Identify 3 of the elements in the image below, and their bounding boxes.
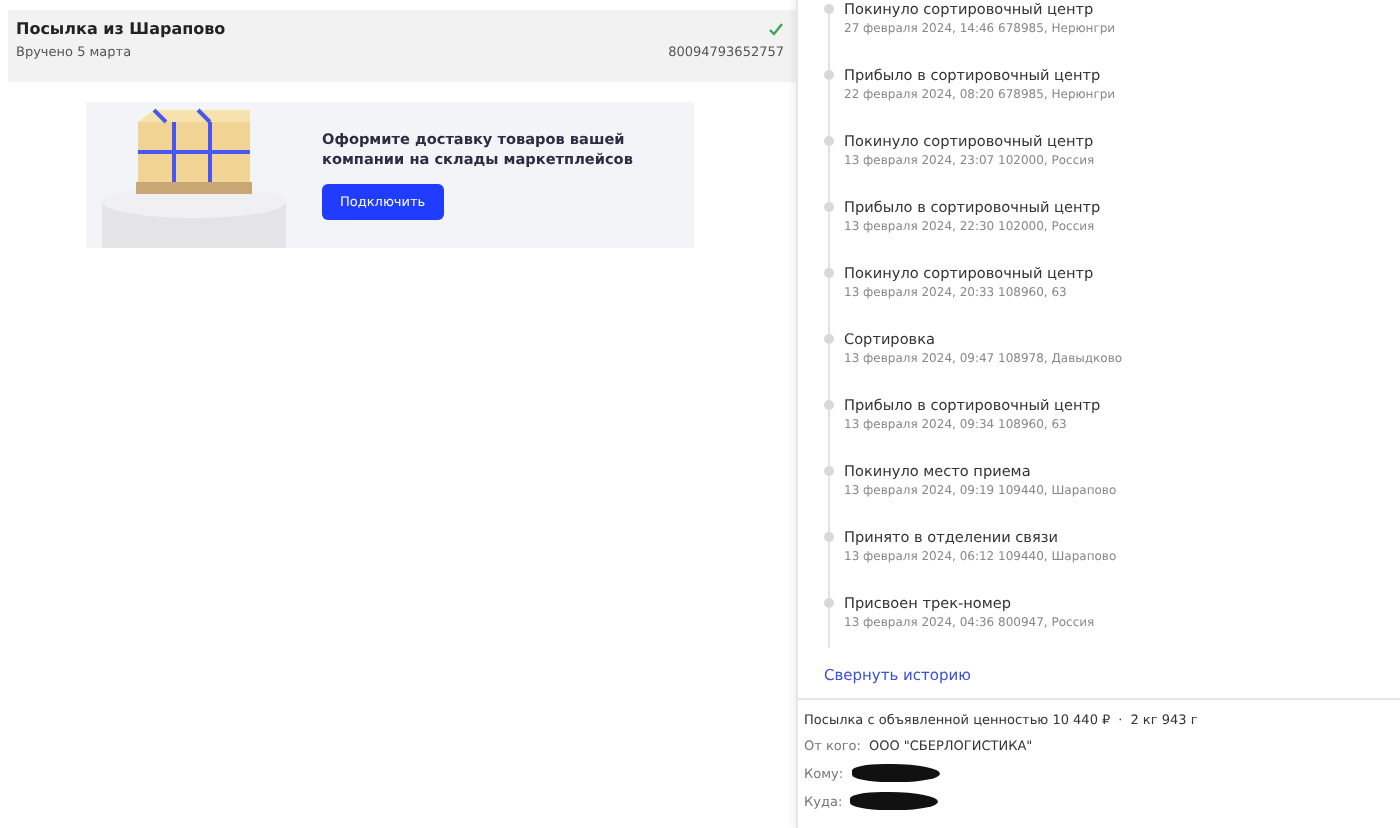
parcel-title: Посылка из Шарапово: [16, 20, 226, 38]
redaction-mark: [850, 792, 939, 810]
redaction-mark: [851, 764, 940, 782]
